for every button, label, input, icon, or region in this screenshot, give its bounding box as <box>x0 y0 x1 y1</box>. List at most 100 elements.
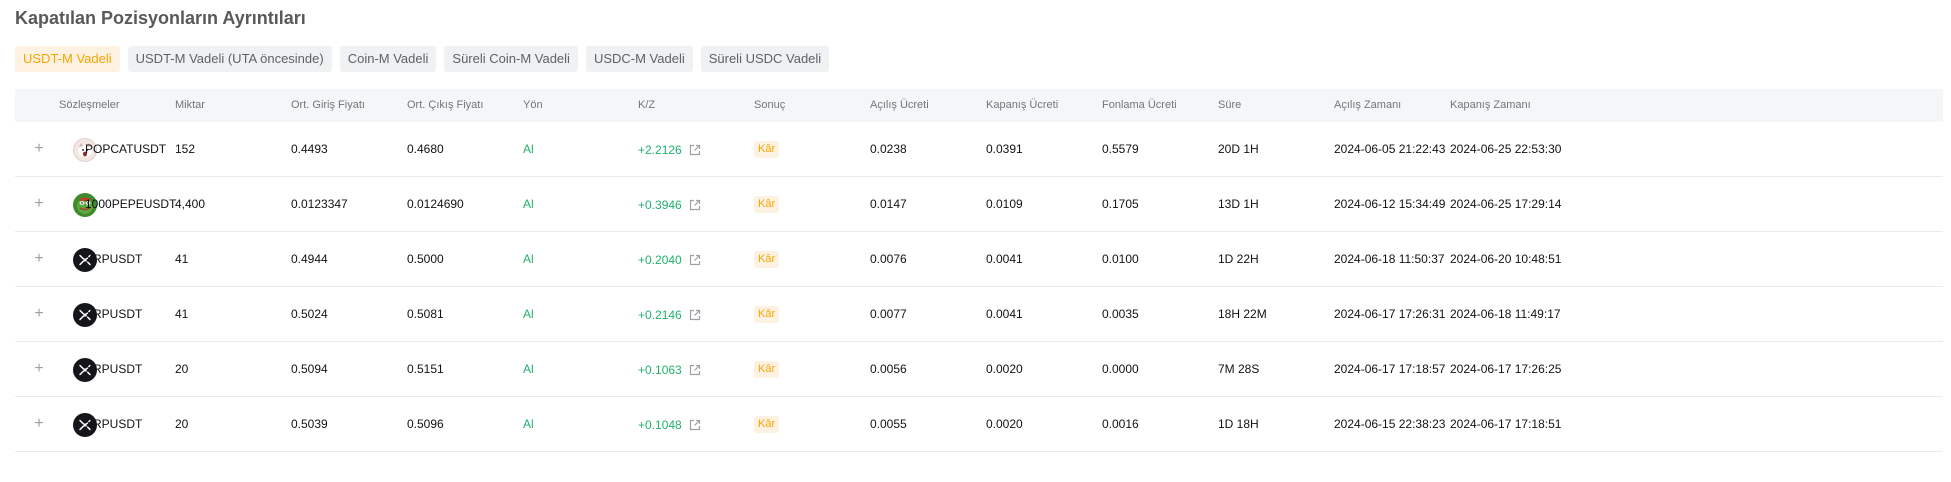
side-cell: Al <box>523 362 534 376</box>
table-header: Sözleşmeler Miktar Ort. Giriş Fiyatı Ort… <box>15 89 1943 122</box>
expand-row-icon[interactable]: + <box>31 140 47 158</box>
funding-fee-cell: 0.5579 <box>1102 142 1139 156</box>
result-badge: Kâr <box>754 361 780 378</box>
open-time-cell: 2024-06-15 22:38:23 <box>1334 417 1446 431</box>
exit-price-cell: 0.5081 <box>407 307 444 321</box>
expand-row-icon[interactable]: + <box>31 250 47 268</box>
table-row[interactable]: + XRPUSDT 20 0.5094 0.5151 0.0056 0.0020 0.0000… <box>15 342 1943 397</box>
header-exit-price[interactable]: Ort. Çıkış Fiyatı <box>407 89 483 122</box>
pnl-value: +0.2040 <box>638 252 682 267</box>
result-badge: Kâr <box>754 306 780 323</box>
close-time-cell: 2024-06-18 11:49:17 <box>1450 307 1561 321</box>
side-cell: Al <box>523 142 534 156</box>
header-contract[interactable]: Sözleşmeler <box>59 89 120 122</box>
header-open-fee[interactable]: Açılış Ücreti <box>870 89 929 122</box>
tab-usdt-m-pre-uta[interactable]: USDT-M Vadeli (UTA öncesinde) <box>127 46 332 72</box>
pnl-cell: +0.1048 <box>638 397 702 452</box>
funding-fee-cell: 0.0100 <box>1102 252 1139 266</box>
close-fee-cell: 0.0020 <box>986 417 1023 431</box>
table-row[interactable]: + XRPUSDT 41 0.5024 0.5081 0.0077 0.0041 0.0035… <box>15 287 1943 342</box>
funding-fee-cell: 0.0035 <box>1102 307 1139 321</box>
qty-cell: 152 <box>175 142 196 156</box>
close-fee-cell: 0.0041 <box>986 252 1023 266</box>
table-row[interactable]: + POPCATUSDT 152 0.4493 0.4680 0.0238 0.0391 0.… <box>15 122 1943 177</box>
pnl-cell: +0.2146 <box>638 287 702 342</box>
contract-name[interactable]: XRPUSDT <box>85 397 142 452</box>
header-close-fee[interactable]: Kapanış Ücreti <box>986 89 1058 122</box>
share-external-icon[interactable] <box>688 308 702 322</box>
duration-cell: 1D 22H <box>1218 252 1259 266</box>
open-fee-cell: 0.0238 <box>870 142 907 156</box>
entry-price-cell: 0.5039 <box>291 417 328 431</box>
duration-cell: 1D 18H <box>1218 417 1259 431</box>
side-cell: Al <box>523 417 534 431</box>
share-external-icon[interactable] <box>688 253 702 267</box>
result-badge: Kâr <box>754 416 780 433</box>
header-pnl[interactable]: K/Z <box>638 89 655 122</box>
share-external-icon[interactable] <box>688 198 702 212</box>
qty-cell: 41 <box>175 307 189 321</box>
table-body: + POPCATUSDT 152 0.4493 0.4680 0.0238 0.0391 0.… <box>15 122 1943 452</box>
exit-price-cell: 0.4680 <box>407 142 444 156</box>
table-row[interactable]: + XRPUSDT 20 0.5039 0.5096 0.0055 0.0020 0.0016… <box>15 397 1943 452</box>
side-cell: Al <box>523 252 534 266</box>
open-fee-cell: 0.0056 <box>870 362 907 376</box>
expand-row-icon[interactable]: + <box>31 415 47 433</box>
expand-row-icon[interactable]: + <box>31 195 47 213</box>
entry-price-cell: 0.5024 <box>291 307 328 321</box>
exit-price-cell: 0.5000 <box>407 252 444 266</box>
exit-price-cell: 0.5151 <box>407 362 444 376</box>
expand-row-icon[interactable]: + <box>31 360 47 378</box>
share-external-icon[interactable] <box>688 363 702 377</box>
tab-usdt-m[interactable]: USDT-M Vadeli <box>15 46 120 72</box>
header-side[interactable]: Yön <box>523 89 543 122</box>
contract-name[interactable]: XRPUSDT <box>85 342 142 397</box>
open-time-cell: 2024-06-17 17:18:57 <box>1334 362 1446 376</box>
share-external-icon[interactable] <box>688 143 702 157</box>
contract-name[interactable]: 1000PEPEUSDT <box>85 177 176 232</box>
pnl-cell: +0.1063 <box>638 342 702 397</box>
share-external-icon[interactable] <box>688 418 702 432</box>
tab-usdc-dated[interactable]: Süreli USDC Vadeli <box>700 46 830 72</box>
duration-cell: 7M 28S <box>1218 362 1260 376</box>
entry-price-cell: 0.4493 <box>291 142 328 156</box>
contract-name[interactable]: XRPUSDT <box>85 232 142 287</box>
header-qty[interactable]: Miktar <box>175 89 205 122</box>
header-funding-fee[interactable]: Fonlama Ücreti <box>1102 89 1177 122</box>
duration-cell: 13D 1H <box>1218 197 1259 211</box>
page-title: Kapatılan Pozisyonların Ayrıntıları <box>15 8 306 28</box>
qty-cell: 20 <box>175 417 189 431</box>
contract-name[interactable]: POPCATUSDT <box>85 122 166 177</box>
tab-coin-m[interactable]: Coin-M Vadeli <box>339 46 437 72</box>
side-cell: Al <box>523 307 534 321</box>
close-time-cell: 2024-06-25 22:53:30 <box>1450 142 1562 156</box>
table-row[interactable]: +1000PEPEUSDT 4,400 0.0123347 0.0124690 0.01… <box>15 177 1943 232</box>
pnl-cell: +2.2126 <box>638 122 702 177</box>
tab-usdc-m[interactable]: USDC-M Vadeli <box>585 46 693 72</box>
open-fee-cell: 0.0077 <box>870 307 907 321</box>
header-close-time[interactable]: Kapanış Zamanı <box>1450 89 1531 122</box>
qty-cell: 20 <box>175 362 189 376</box>
contract-name[interactable]: XRPUSDT <box>85 287 142 342</box>
result-badge: Kâr <box>754 251 780 268</box>
side-cell: Al <box>523 197 534 211</box>
qty-cell: 4,400 <box>175 197 206 211</box>
close-fee-cell: 0.0109 <box>986 197 1023 211</box>
table-row[interactable]: + XRPUSDT 41 0.4944 0.5000 0.0076 0.0041 0.0100… <box>15 232 1943 287</box>
header-result[interactable]: Sonuç <box>754 89 785 122</box>
header-entry-price[interactable]: Ort. Giriş Fiyatı <box>291 89 365 122</box>
close-time-cell: 2024-06-17 17:18:51 <box>1450 417 1562 431</box>
pnl-value: +0.1063 <box>638 362 682 377</box>
close-time-cell: 2024-06-25 17:29:14 <box>1450 197 1562 211</box>
pnl-value: +2.2126 <box>638 142 682 157</box>
duration-cell: 18H 22M <box>1218 307 1267 321</box>
contract-type-tabs: USDT-M Vadeli USDT-M Vadeli (UTA öncesin… <box>15 46 830 72</box>
open-time-cell: 2024-06-17 17:26:31 <box>1334 307 1446 321</box>
entry-price-cell: 0.0123347 <box>291 197 348 211</box>
pnl-value: +0.2146 <box>638 307 682 322</box>
header-duration[interactable]: Süre <box>1218 89 1241 122</box>
tab-coin-m-dated[interactable]: Süreli Coin-M Vadeli <box>444 46 578 72</box>
header-open-time[interactable]: Açılış Zamanı <box>1334 89 1401 122</box>
open-time-cell: 2024-06-05 21:22:43 <box>1334 142 1446 156</box>
expand-row-icon[interactable]: + <box>31 305 47 323</box>
